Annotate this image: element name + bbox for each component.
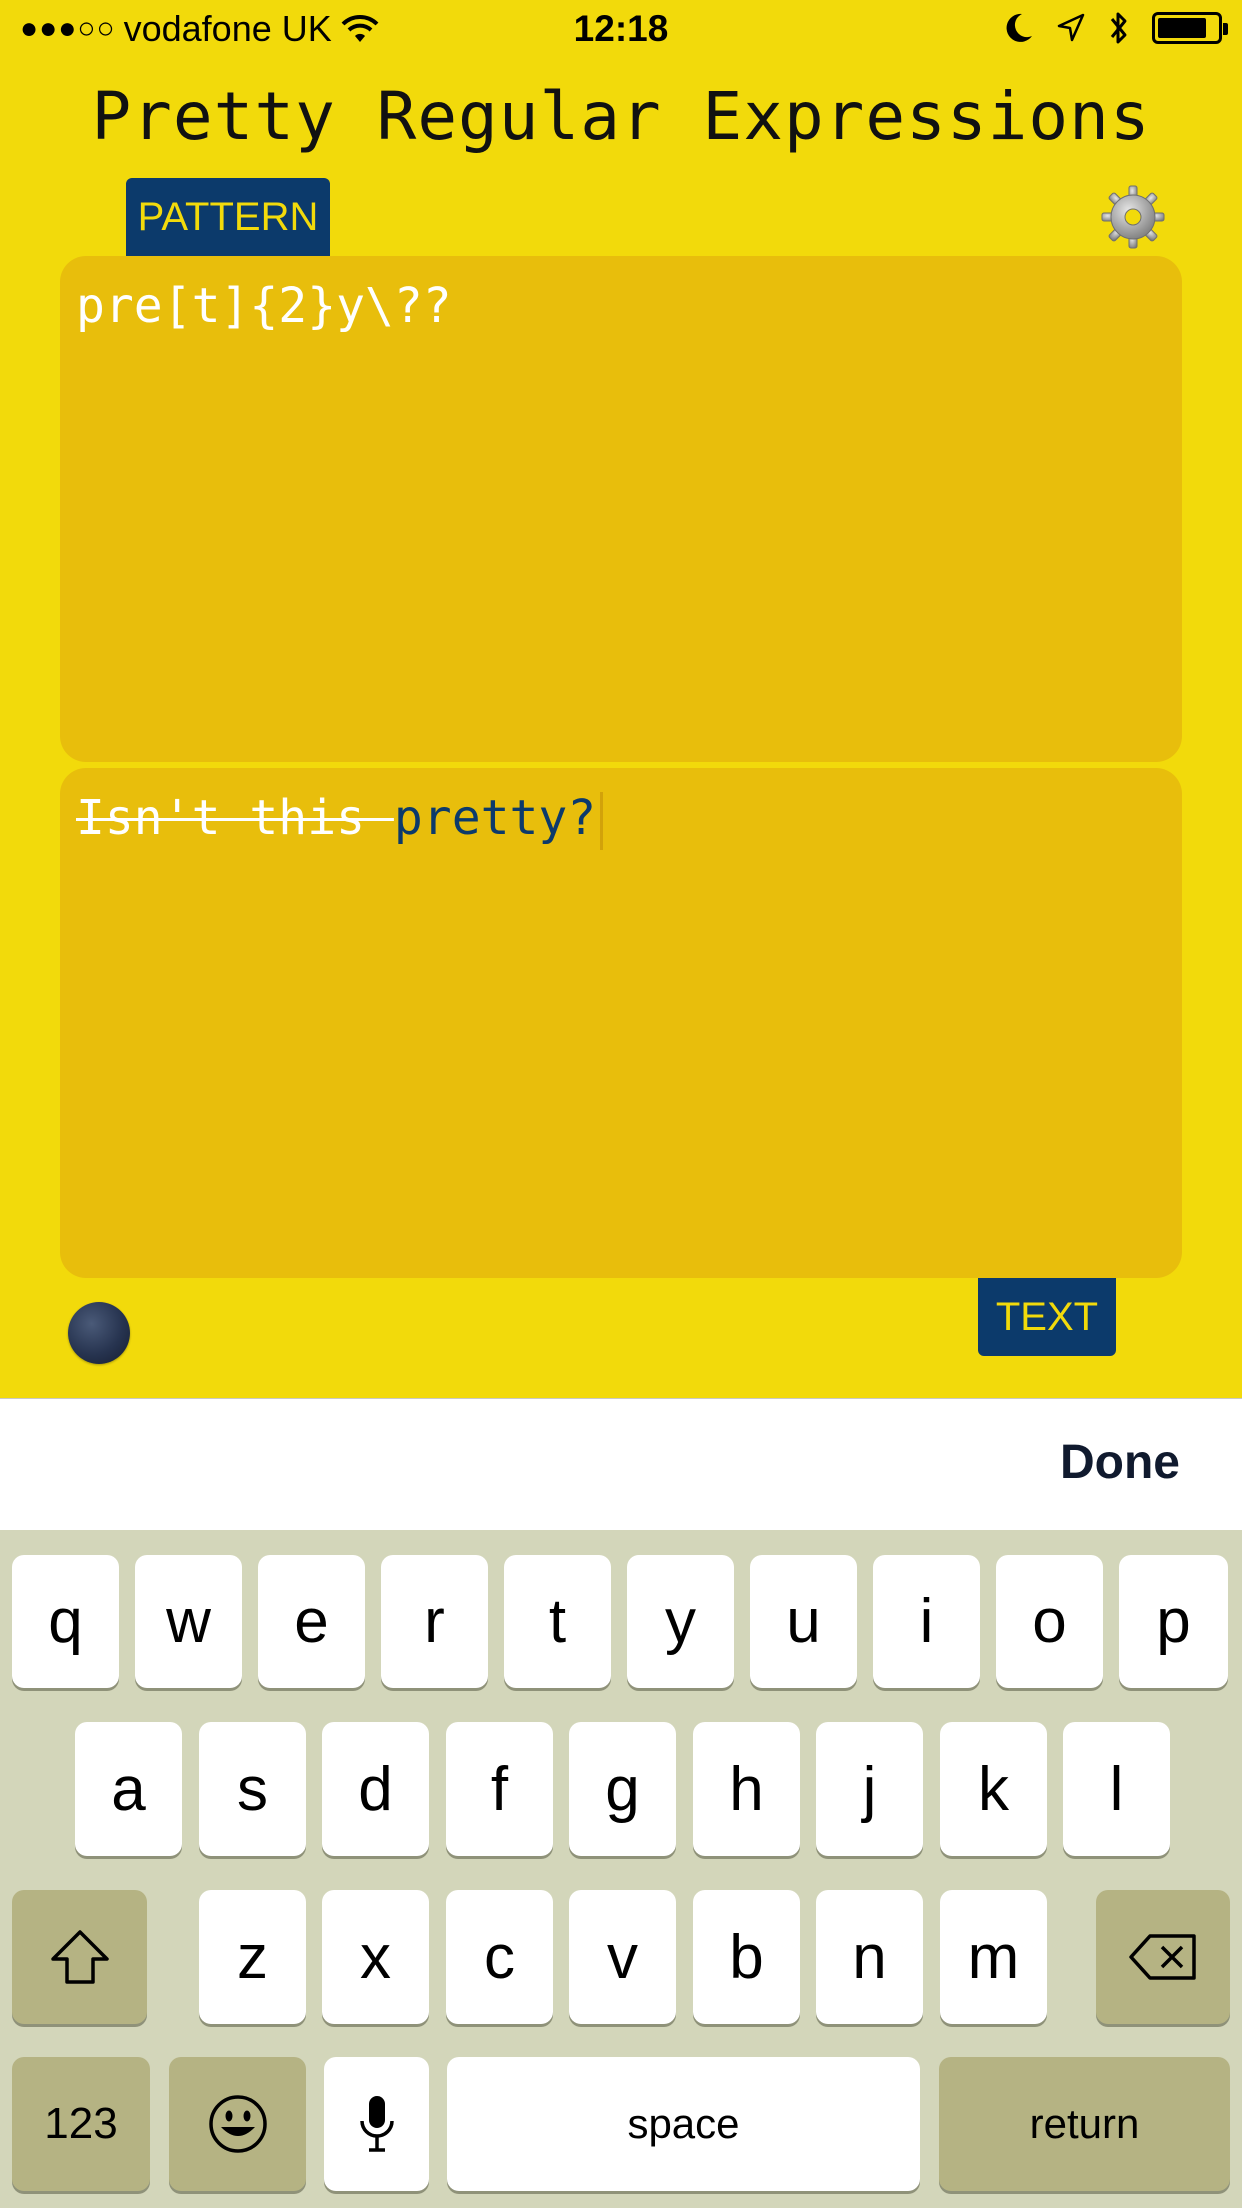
key-s[interactable]: s — [199, 1722, 306, 1856]
backspace-icon — [1129, 1934, 1196, 1980]
key-d[interactable]: d — [322, 1722, 429, 1856]
key-z[interactable]: z — [199, 1890, 306, 2024]
key-o[interactable]: o — [996, 1555, 1103, 1688]
battery-icon — [1152, 12, 1228, 44]
key-i[interactable]: i — [873, 1555, 980, 1688]
status-bar: ●●●○○ vodafone UK 12:18 — [0, 0, 1242, 60]
matched-text: pretty? — [393, 790, 597, 846]
key-m[interactable]: m — [940, 1890, 1047, 2024]
key-q[interactable]: q — [12, 1555, 119, 1688]
pattern-value: pre[t]{2}y\?? — [76, 278, 452, 334]
app-screen: ●●●○○ vodafone UK 12:18 Pretty Regular E… — [0, 0, 1242, 1398]
status-right — [1004, 10, 1228, 46]
key-x[interactable]: x — [322, 1890, 429, 2024]
space-key[interactable]: space — [447, 2057, 920, 2191]
key-v[interactable]: v — [569, 1890, 676, 2024]
app-title: Pretty Regular Expressions — [91, 78, 1151, 155]
bluetooth-icon — [1110, 12, 1127, 44]
key-u[interactable]: u — [750, 1555, 857, 1688]
key-h[interactable]: h — [693, 1722, 800, 1856]
pattern-tab-label: PATTERN — [126, 178, 330, 256]
text-content: Isn't this pretty? — [76, 790, 604, 850]
theme-toggle-moon-icon[interactable] — [68, 1302, 130, 1364]
key-g[interactable]: g — [569, 1722, 676, 1856]
key-t[interactable]: t — [504, 1555, 611, 1688]
key-r[interactable]: r — [381, 1555, 488, 1688]
key-y[interactable]: y — [627, 1555, 734, 1688]
key-n[interactable]: n — [816, 1890, 923, 2024]
text-cursor — [600, 792, 604, 850]
numbers-key[interactable]: 123 — [12, 2057, 150, 2191]
shift-key[interactable] — [12, 1890, 147, 2024]
key-b[interactable]: b — [693, 1890, 800, 2024]
key-f[interactable]: f — [446, 1722, 553, 1856]
done-button[interactable]: Done — [1060, 1435, 1180, 1490]
key-k[interactable]: k — [940, 1722, 1047, 1856]
do-not-disturb-moon-icon — [1006, 13, 1032, 42]
keyboard: q w e r t y u i o p a s d f g h j k l z … — [0, 1530, 1242, 2208]
shift-arrow-icon — [50, 1930, 109, 1984]
settings-gear-icon[interactable] — [1100, 184, 1166, 250]
emoji-smiley-icon — [208, 2095, 267, 2153]
unmatched-text: Isn't this — [76, 790, 394, 846]
emoji-key[interactable] — [169, 2057, 306, 2191]
pattern-input[interactable]: pre[t]{2}y\?? — [60, 256, 1182, 762]
return-key[interactable]: return — [939, 2057, 1230, 2191]
text-input[interactable]: Isn't this pretty? — [60, 768, 1182, 1278]
keyboard-accessory-bar: Done — [0, 1398, 1242, 1530]
key-l[interactable]: l — [1063, 1722, 1170, 1856]
text-tab-label: TEXT — [978, 1278, 1116, 1356]
dictation-key[interactable] — [324, 2057, 429, 2191]
key-w[interactable]: w — [135, 1555, 242, 1688]
key-j[interactable]: j — [816, 1722, 923, 1856]
key-e[interactable]: e — [258, 1555, 365, 1688]
microphone-icon — [359, 2096, 394, 2152]
delete-key[interactable] — [1096, 1890, 1230, 2024]
key-p[interactable]: p — [1119, 1555, 1228, 1688]
key-a[interactable]: a — [75, 1722, 182, 1856]
key-c[interactable]: c — [446, 1890, 553, 2024]
location-arrow-icon — [1057, 13, 1085, 42]
